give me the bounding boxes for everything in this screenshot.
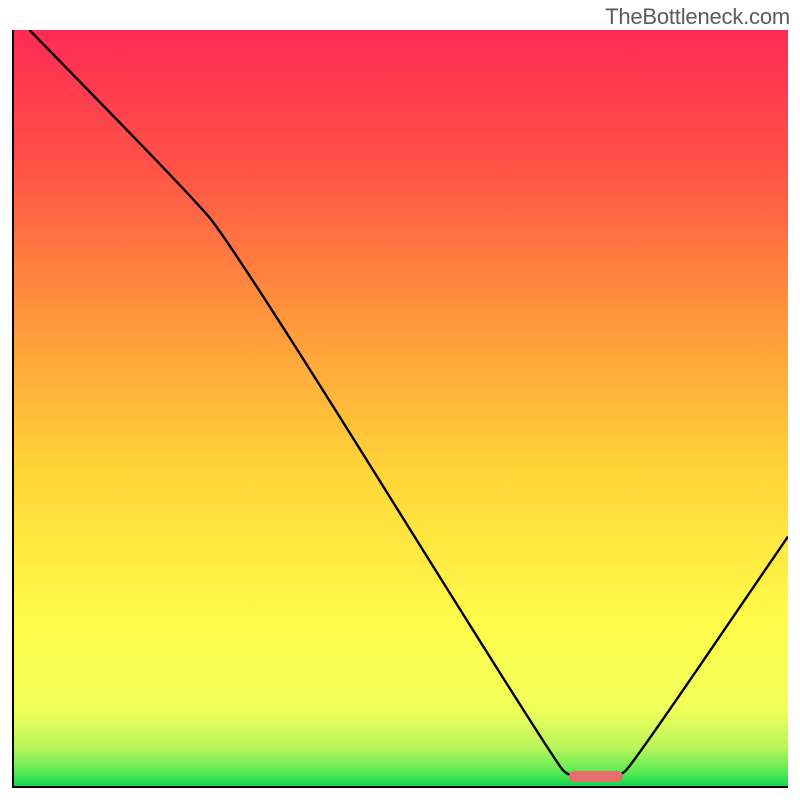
heatmap-gradient-background — [14, 30, 788, 786]
optimal-marker — [569, 771, 623, 782]
plot-area — [12, 30, 788, 788]
watermark-text: TheBottleneck.com — [605, 4, 790, 30]
